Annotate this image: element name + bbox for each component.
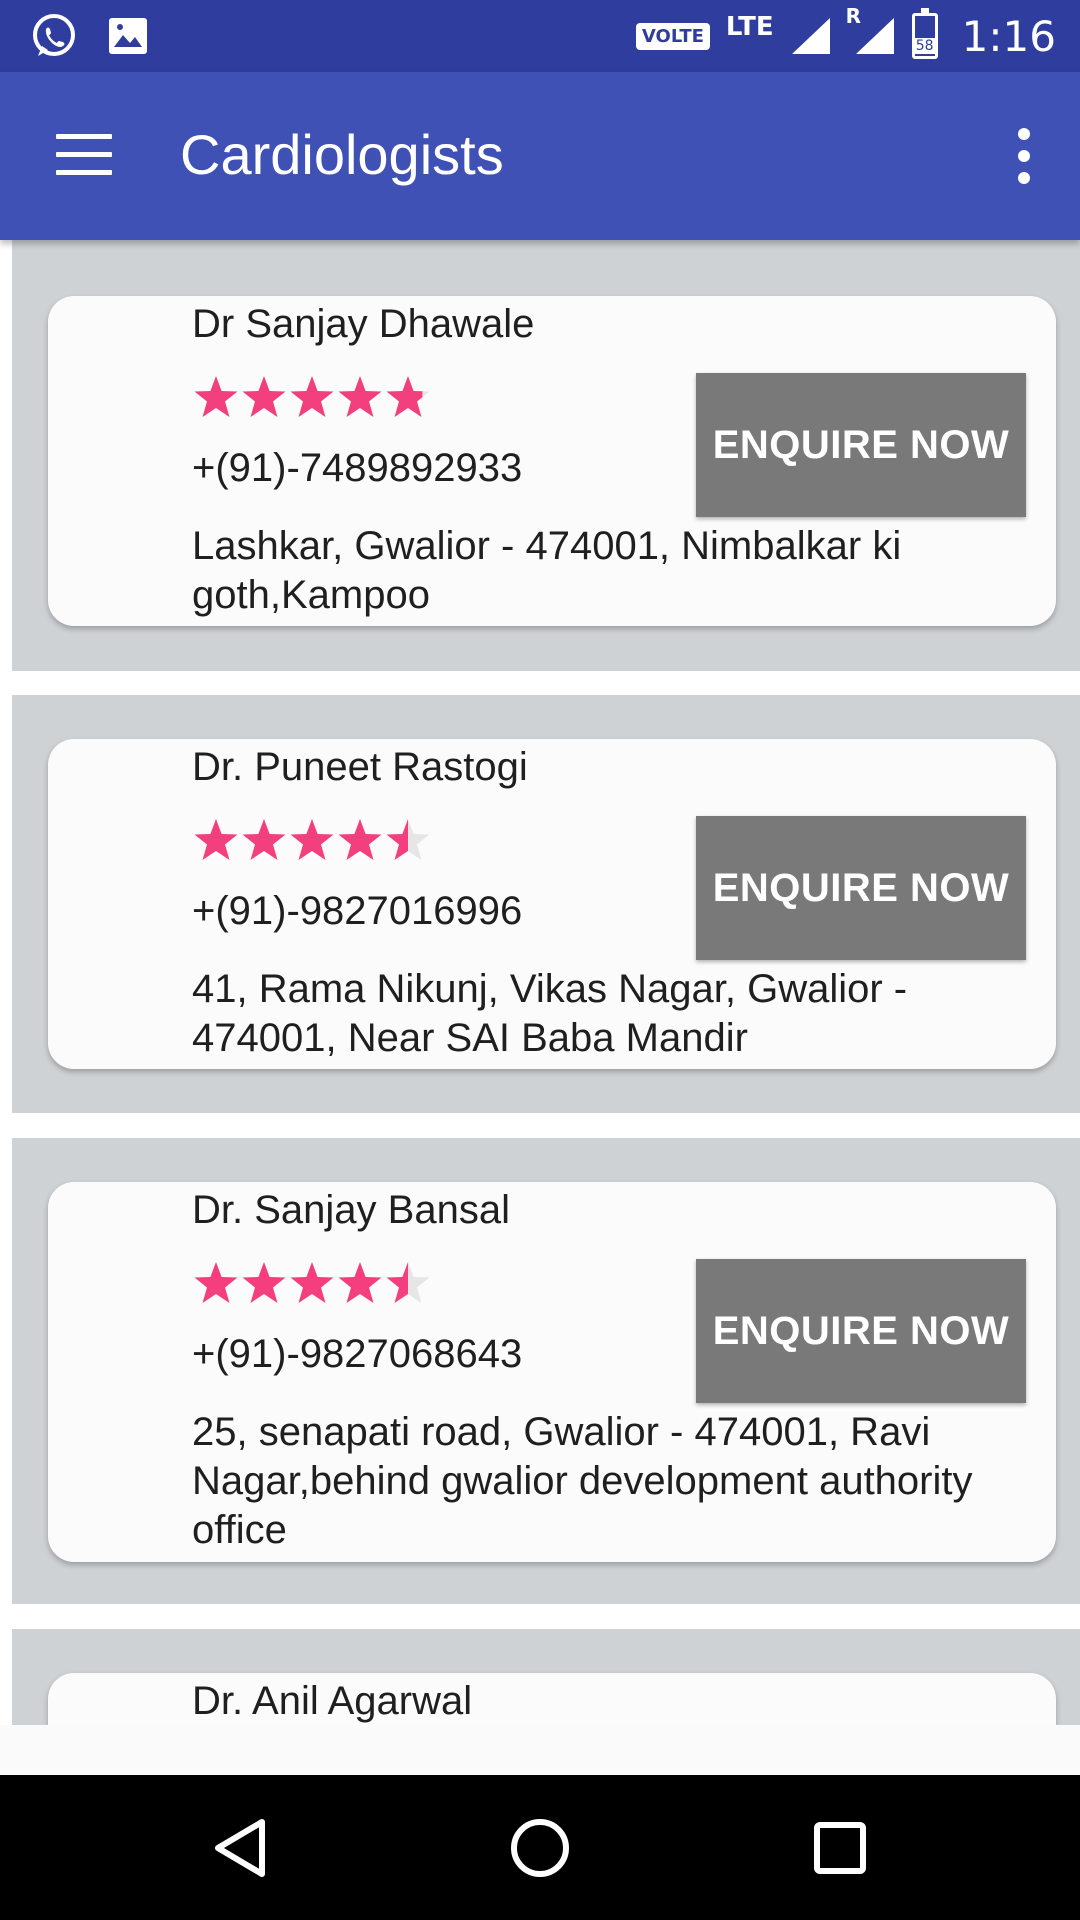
recents-icon xyxy=(814,1821,866,1874)
doctor-name: Dr. Sanjay Bansal xyxy=(192,1188,510,1232)
doctor-name: Dr Sanjay Dhawale xyxy=(192,302,535,346)
star-icon xyxy=(386,819,430,860)
battery-level: 58 xyxy=(914,38,935,54)
doctor-phone[interactable]: +(91)-7489892933 xyxy=(192,446,522,491)
bottom-strip xyxy=(0,1725,1080,1775)
star-icon xyxy=(386,376,430,417)
status-bar: VOLTE LTE R 58 1:16 xyxy=(0,0,1080,72)
home-button[interactable] xyxy=(480,1775,600,1920)
enquire-now-button[interactable]: ENQUIRE NOW xyxy=(696,1259,1026,1403)
doctor-card[interactable]: Dr. Sanjay Bansal +(91)-9827068643 25, s… xyxy=(48,1182,1056,1562)
star-icon xyxy=(338,819,382,860)
clock: 1:16 xyxy=(961,11,1056,61)
doctor-list[interactable]: Dr Sanjay Dhawale +(91)-7489892933 Lashk… xyxy=(0,240,1080,1725)
star-icon xyxy=(194,1262,238,1303)
star-icon xyxy=(290,819,334,860)
doctor-phone[interactable]: +(91)-9827016996 xyxy=(192,889,522,934)
enquire-now-button[interactable]: ENQUIRE NOW xyxy=(696,373,1026,517)
doctor-name: Dr. Anil Agarwal xyxy=(192,1679,473,1723)
list-item[interactable]: Dr Sanjay Dhawale +(91)-7489892933 Lashk… xyxy=(12,240,1080,671)
menu-icon[interactable] xyxy=(56,134,112,175)
rating-stars xyxy=(192,817,432,863)
image-icon xyxy=(109,18,147,54)
signal-icon xyxy=(791,18,830,54)
back-button[interactable] xyxy=(180,1775,300,1920)
navigation-bar xyxy=(0,1775,1080,1920)
star-icon xyxy=(242,1262,286,1303)
star-icon xyxy=(290,1262,334,1303)
doctor-phone[interactable]: +(91)-9827068643 xyxy=(192,1332,522,1377)
whatsapp-icon xyxy=(33,14,75,56)
doctor-card[interactable]: Dr Sanjay Dhawale +(91)-7489892933 Lashk… xyxy=(48,296,1056,626)
star-icon xyxy=(194,819,238,860)
page-title: Cardiologists xyxy=(180,123,504,186)
star-icon xyxy=(194,376,238,417)
battery-icon: 58 xyxy=(911,8,938,59)
roaming-signal: R xyxy=(846,4,896,58)
star-icon xyxy=(242,819,286,860)
rating-stars xyxy=(192,1260,432,1306)
home-icon xyxy=(511,1818,569,1877)
doctor-card[interactable]: Dr. Anil Agarwal xyxy=(48,1673,1056,1725)
list-item[interactable]: Dr. Sanjay Bansal +(91)-9827068643 25, s… xyxy=(12,1138,1080,1604)
recents-button[interactable] xyxy=(780,1775,900,1920)
star-icon xyxy=(338,1262,382,1303)
network-type: LTE xyxy=(725,12,774,42)
star-icon xyxy=(386,1262,430,1303)
doctor-card[interactable]: Dr. Puneet Rastogi +(91)-9827016996 41, … xyxy=(48,739,1056,1069)
doctor-address: Lashkar, Gwalior - 474001, Nimbalkar ki … xyxy=(192,524,902,617)
doctor-address: 41, Rama Nikunj, Vikas Nagar, Gwalior - … xyxy=(192,967,908,1060)
list-item[interactable]: Dr. Puneet Rastogi +(91)-9827016996 41, … xyxy=(12,695,1080,1113)
back-icon xyxy=(215,1818,265,1877)
list-item[interactable]: Dr. Anil Agarwal xyxy=(12,1629,1080,1725)
doctor-name: Dr. Puneet Rastogi xyxy=(192,745,528,789)
doctor-address: 25, senapati road, Gwalior - 474001, Rav… xyxy=(192,1410,973,1552)
star-icon xyxy=(290,376,334,417)
star-icon xyxy=(242,376,286,417)
rating-stars xyxy=(192,374,432,420)
app-bar: Cardiologists xyxy=(0,72,1080,240)
enquire-now-button[interactable]: ENQUIRE NOW xyxy=(696,816,1026,960)
volte-badge: VOLTE xyxy=(635,22,710,50)
roaming-signal-icon xyxy=(855,18,894,54)
star-icon xyxy=(338,376,382,417)
more-vert-icon[interactable] xyxy=(1014,128,1034,184)
